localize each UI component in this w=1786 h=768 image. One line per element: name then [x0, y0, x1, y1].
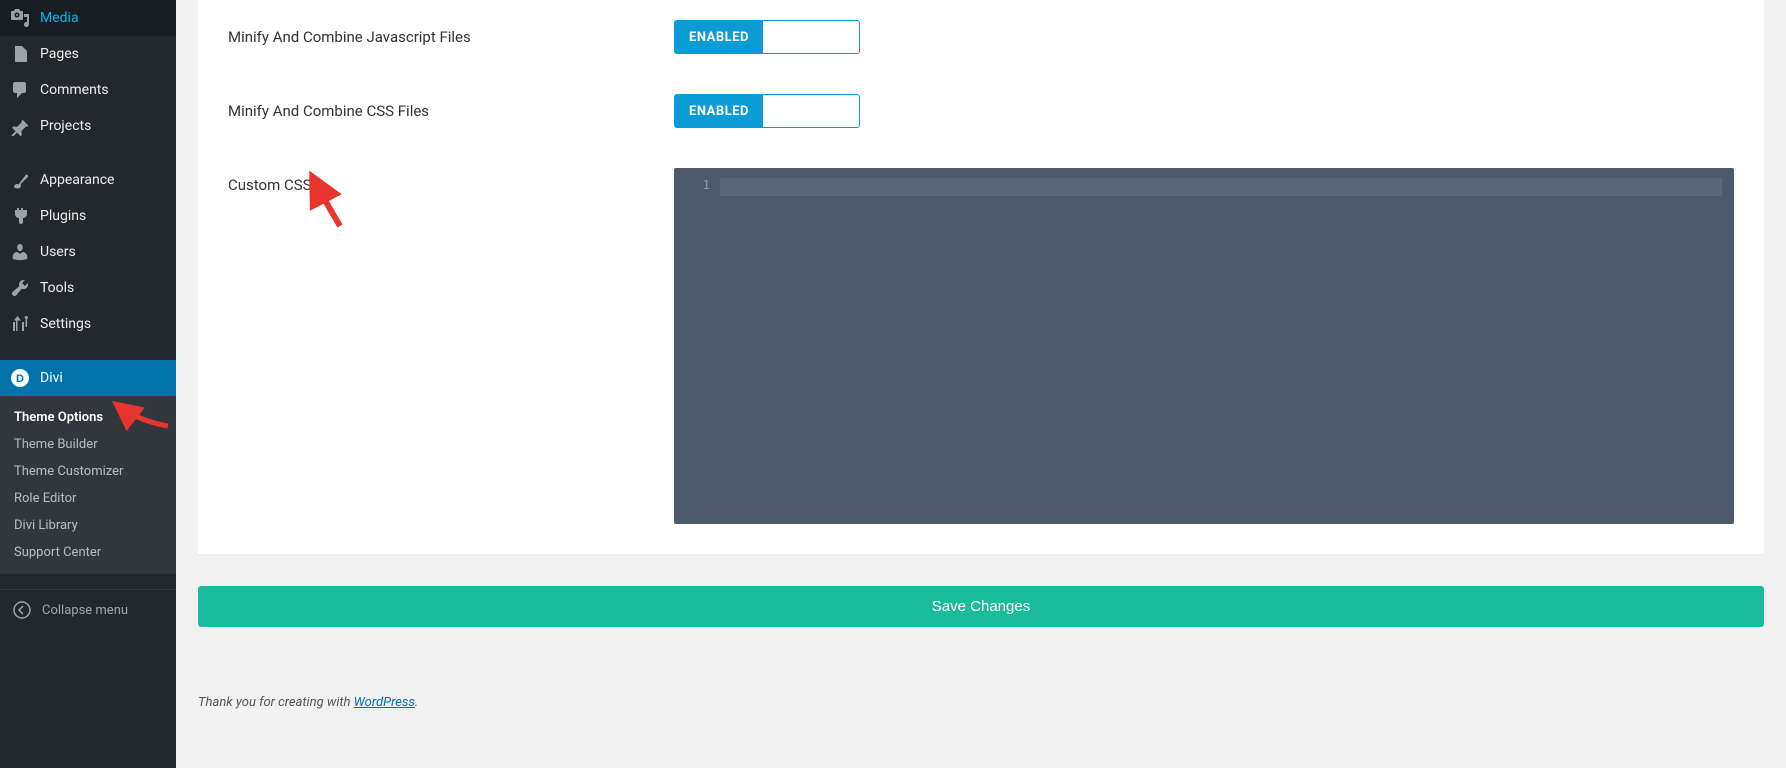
sidebar-item-users[interactable]: Users — [0, 234, 176, 270]
admin-sidebar: Media Pages Comments Projects Appearance… — [0, 0, 176, 768]
submenu-divi-library[interactable]: Divi Library — [0, 512, 176, 539]
save-changes-button[interactable]: Save Changes — [198, 586, 1764, 627]
wordpress-link[interactable]: WordPress — [354, 695, 415, 710]
svg-text:D: D — [16, 373, 24, 385]
sidebar-item-label: Users — [40, 244, 76, 260]
submenu-theme-customizer[interactable]: Theme Customizer — [0, 458, 176, 485]
minify-css-toggle[interactable]: ENABLED — [674, 94, 860, 128]
code-cursor-line — [720, 178, 1722, 196]
submenu-role-editor[interactable]: Role Editor — [0, 485, 176, 512]
sidebar-item-label: Plugins — [40, 208, 86, 224]
page-icon — [10, 44, 30, 64]
footer-credit: Thank you for creating with WordPress. — [198, 677, 1764, 728]
options-panel: Minify And Combine Javascript Files ENAB… — [198, 0, 1764, 554]
sidebar-item-label: Settings — [40, 316, 91, 332]
pin-icon — [10, 116, 30, 136]
submenu-support-center[interactable]: Support Center — [0, 539, 176, 566]
sidebar-item-media[interactable]: Media — [0, 0, 176, 36]
line-number: 1 — [674, 178, 720, 196]
minify-js-toggle[interactable]: ENABLED — [674, 20, 860, 54]
sidebar-item-label: Pages — [40, 46, 79, 62]
sidebar-item-label: Tools — [40, 280, 74, 296]
minify-css-label: Minify And Combine CSS Files — [228, 94, 674, 120]
sidebar-item-label: Projects — [40, 118, 91, 134]
sidebar-item-label: Media — [40, 10, 79, 26]
toggle-state-label: ENABLED — [675, 95, 763, 127]
sliders-icon — [10, 314, 30, 334]
divi-submenu: Theme Options Theme Builder Theme Custom… — [0, 396, 176, 574]
toggle-state-label: ENABLED — [675, 21, 763, 53]
toggle-knob — [763, 21, 859, 53]
sidebar-item-comments[interactable]: Comments — [0, 72, 176, 108]
sidebar-item-label: Comments — [40, 82, 109, 98]
sidebar-item-settings[interactable]: Settings — [0, 306, 176, 342]
toggle-knob — [763, 95, 859, 127]
custom-css-label: Custom CSS — [228, 168, 674, 194]
sidebar-item-label: Divi — [40, 370, 63, 386]
sidebar-item-plugins[interactable]: Plugins — [0, 198, 176, 234]
comment-icon — [10, 80, 30, 100]
plug-icon — [10, 206, 30, 226]
sidebar-item-label: Appearance — [40, 172, 114, 188]
collapse-menu[interactable]: Collapse menu — [0, 589, 176, 630]
sidebar-item-pages[interactable]: Pages — [0, 36, 176, 72]
minify-js-label: Minify And Combine Javascript Files — [228, 20, 674, 46]
user-icon — [10, 242, 30, 262]
wrench-icon — [10, 278, 30, 298]
custom-css-editor[interactable]: 1 — [674, 168, 1734, 524]
submenu-theme-options[interactable]: Theme Options — [0, 404, 176, 431]
sidebar-item-appearance[interactable]: Appearance — [0, 162, 176, 198]
collapse-icon — [12, 600, 32, 620]
sidebar-item-tools[interactable]: Tools — [0, 270, 176, 306]
submenu-theme-builder[interactable]: Theme Builder — [0, 431, 176, 458]
sidebar-item-projects[interactable]: Projects — [0, 108, 176, 144]
collapse-label: Collapse menu — [42, 603, 128, 618]
divi-icon: D — [10, 368, 30, 388]
media-icon — [10, 8, 30, 28]
brush-icon — [10, 170, 30, 190]
main-content: Minify And Combine Javascript Files ENAB… — [176, 0, 1786, 768]
sidebar-item-divi[interactable]: D Divi — [0, 360, 176, 396]
